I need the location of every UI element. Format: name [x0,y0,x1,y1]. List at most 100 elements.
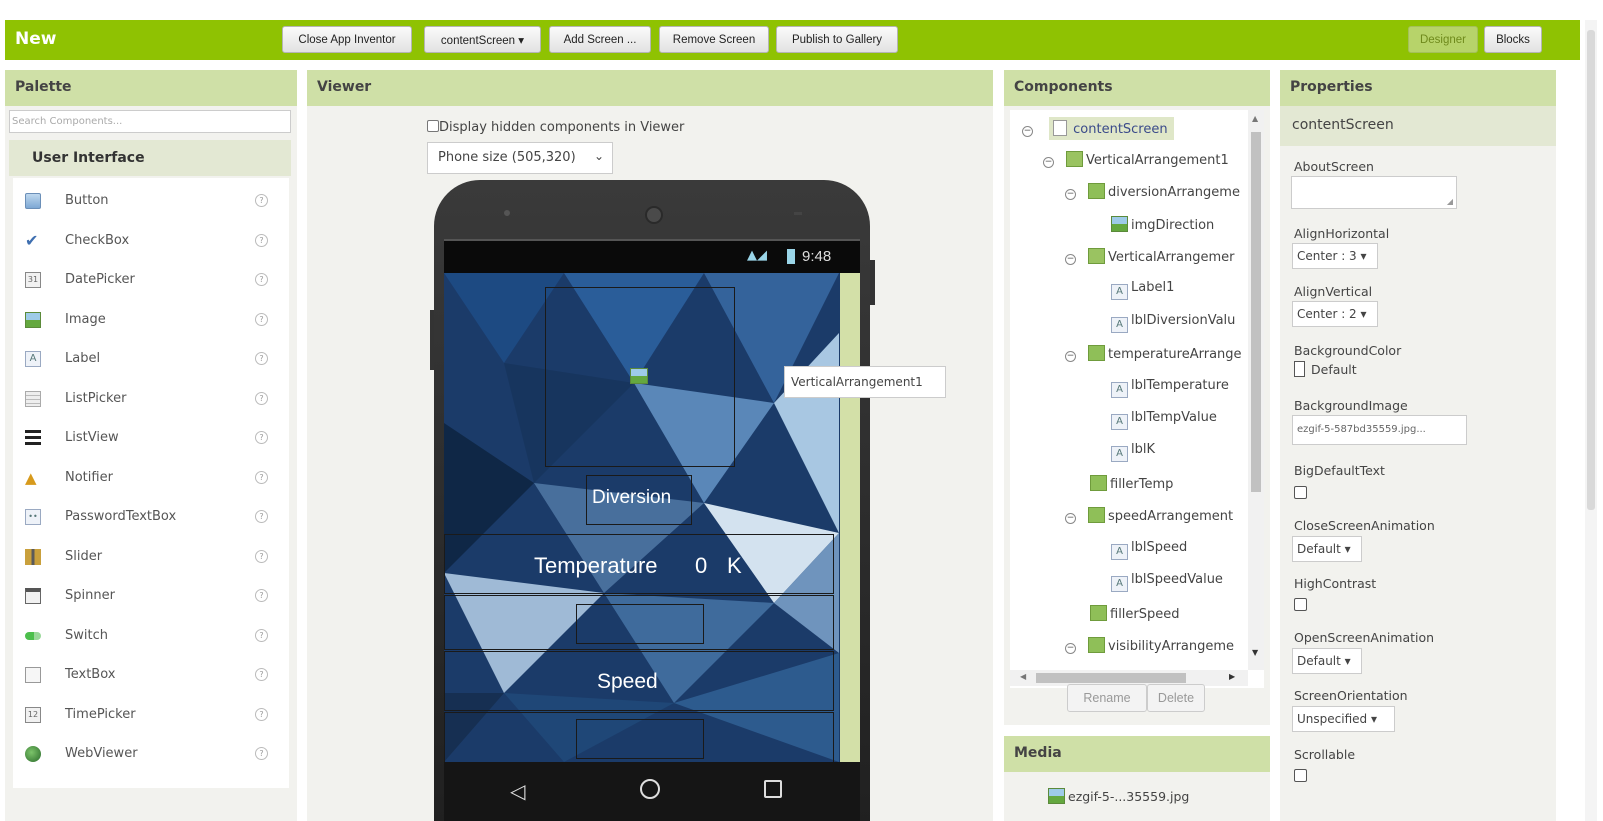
selected-screen-node[interactable]: contentScreen [1049,117,1174,140]
palette-item-listview[interactable]: ListView ? [13,423,289,453]
palette-item-switch[interactable]: Switch ? [13,621,289,651]
scrollbar-thumb[interactable] [1251,132,1261,492]
phone-size-dropdown[interactable]: Phone size (505,320) ⌄ [427,142,613,174]
tree-item-lblspeedvalue[interactable]: AlblSpeedValue [1111,572,1223,594]
display-hidden-toggle[interactable]: Display hidden components in Viewer [427,120,684,135]
collapse-icon[interactable]: − [1065,351,1076,362]
help-icon[interactable]: ? [255,550,268,563]
tree-item-verticalarrangement2[interactable]: − VerticalArrangemer [1065,248,1234,270]
help-icon[interactable]: ? [255,589,268,602]
palette-item-webviewer[interactable]: WebViewer ? [13,739,289,769]
speed-value-arrangement[interactable] [444,712,834,762]
user-interface-category[interactable]: User Interface [9,140,291,176]
help-icon[interactable]: ? [255,668,268,681]
recents-icon[interactable] [764,780,782,798]
screen-orientation-dropdown[interactable]: Unspecified ▾ [1292,706,1395,732]
big-default-text-checkbox[interactable] [1294,486,1307,499]
tree-item-fillerspeed[interactable]: fillerSpeed [1090,605,1180,627]
diversion-arrangement[interactable] [545,287,735,467]
collapse-icon[interactable]: − [1065,513,1076,524]
scroll-left-icon[interactable]: ◀ [1020,672,1026,681]
help-icon[interactable]: ? [255,313,268,326]
tree-item-label1[interactable]: A Label1 [1111,280,1174,302]
tree-item-lbldiversionvalue[interactable]: AlblDiversionValu [1111,313,1235,335]
background-color-picker[interactable]: Default [1294,361,1357,377]
palette-item-label[interactable]: A Label ? [13,344,289,374]
help-icon[interactable]: ? [255,747,268,760]
high-contrast-checkbox[interactable] [1294,598,1307,611]
align-horizontal-dropdown[interactable]: Center : 3 ▾ [1292,243,1378,269]
palette-item-notifier[interactable]: ▲ Notifier ? [13,463,289,493]
tree-item-imgdirection[interactable]: imgDirection [1111,216,1214,238]
rename-button[interactable]: Rename [1067,684,1147,712]
close-screen-animation-dropdown[interactable]: Default ▾ [1292,536,1362,562]
palette-item-timepicker[interactable]: 12 TimePicker ? [13,700,289,730]
help-icon[interactable]: ? [255,510,268,523]
help-icon[interactable]: ? [255,273,268,286]
filler-temp[interactable] [444,595,834,650]
background-image-picker[interactable]: ezgif-5-587bd35559.jpg... [1292,415,1467,445]
scrollbar-track[interactable] [840,273,860,762]
home-icon[interactable] [640,779,660,799]
scrollable-checkbox[interactable] [1294,769,1307,782]
scroll-up-icon[interactable]: ▲ [1252,114,1258,123]
delete-button[interactable]: Delete [1147,684,1205,712]
help-icon[interactable]: ? [255,629,268,642]
tree-item-temperaturearrangement[interactable]: − temperatureArrange [1065,345,1242,367]
tree-item-verticalarrangement1[interactable]: − VerticalArrangement1 [1043,151,1229,173]
palette-item-button[interactable]: Button ? [13,186,289,216]
tree-item-lbltemperature[interactable]: AlblTemperature [1111,378,1229,400]
help-icon[interactable]: ? [255,708,268,721]
media-file-item[interactable]: ezgif-5-...35559.jpg [1048,788,1189,804]
tree-item-lblspeed[interactable]: AlblSpeed [1111,540,1187,562]
collapse-icon[interactable]: − [1022,126,1033,137]
help-icon[interactable]: ? [255,392,268,405]
tree-item-lblk[interactable]: AlblK [1111,442,1155,464]
close-app-inventor-button[interactable]: Close App Inventor [282,26,412,53]
scroll-down-icon[interactable]: ▼ [1252,648,1258,657]
collapse-icon[interactable]: − [1043,157,1054,168]
speed-arrangement[interactable]: Speed [444,651,834,711]
help-icon[interactable]: ? [255,471,268,484]
help-icon[interactable]: ? [255,431,268,444]
palette-item-slider[interactable]: Slider ? [13,542,289,572]
help-icon[interactable]: ? [255,194,268,207]
palette-item-datepicker[interactable]: 31 DatePicker ? [13,265,289,295]
search-components-input[interactable]: Search Components... [9,110,291,133]
remove-screen-button[interactable]: Remove Screen [659,26,769,53]
collapse-icon[interactable]: − [1065,643,1076,654]
about-screen-textarea[interactable]: ◢ [1291,176,1457,209]
scroll-right-icon[interactable]: ▶ [1229,672,1235,681]
palette-item-passwordtextbox[interactable]: •• PasswordTextBox ? [13,502,289,532]
screen-select-dropdown[interactable]: contentScreen ▾ [424,26,541,53]
designer-button[interactable]: Designer [1408,26,1478,53]
publish-to-gallery-button[interactable]: Publish to Gallery [776,26,898,53]
help-icon[interactable]: ? [255,234,268,247]
tree-item-contentscreen[interactable]: − contentScreen [1022,117,1174,140]
tree-item-speedarrangement[interactable]: − speedArrangement [1065,507,1233,529]
collapse-icon[interactable]: − [1065,254,1076,265]
align-vertical-dropdown[interactable]: Center : 2 ▾ [1292,301,1378,327]
diversion-label-box[interactable]: Diversion [586,475,692,525]
palette-item-textbox[interactable]: TextBox ? [13,660,289,690]
scrollbar-thumb[interactable] [1036,673,1186,683]
tree-item-diversionarrangement[interactable]: − diversionArrangeme [1065,183,1240,205]
temperature-arrangement[interactable]: Temperature 0 K [444,534,834,594]
blocks-button[interactable]: Blocks [1484,26,1542,53]
palette-item-listpicker[interactable]: ListPicker ? [13,384,289,414]
tree-item-fillertemp[interactable]: fillerTemp [1090,475,1173,497]
page-scrollbar[interactable] [1585,20,1597,821]
palette-item-checkbox[interactable]: ✔ CheckBox ? [13,226,289,256]
open-screen-animation-dropdown[interactable]: Default ▾ [1292,648,1362,674]
page-scrollbar-thumb[interactable] [1587,30,1595,510]
vertical-scrollbar[interactable]: ▲ ▼ [1248,110,1264,670]
tree-item-lbltempvalue[interactable]: AlblTempValue [1111,410,1217,432]
tree-item-visibilityarrangement[interactable]: − visibilityArrangeme [1065,637,1234,659]
add-screen-button[interactable]: Add Screen ... [549,26,651,53]
resize-handle-icon[interactable]: ◢ [1447,197,1453,206]
display-hidden-checkbox[interactable] [427,120,439,132]
palette-item-spinner[interactable]: Spinner ? [13,581,289,611]
help-icon[interactable]: ? [255,352,268,365]
palette-item-image[interactable]: Image ? [13,305,289,335]
back-icon[interactable]: ◁ [510,779,525,803]
